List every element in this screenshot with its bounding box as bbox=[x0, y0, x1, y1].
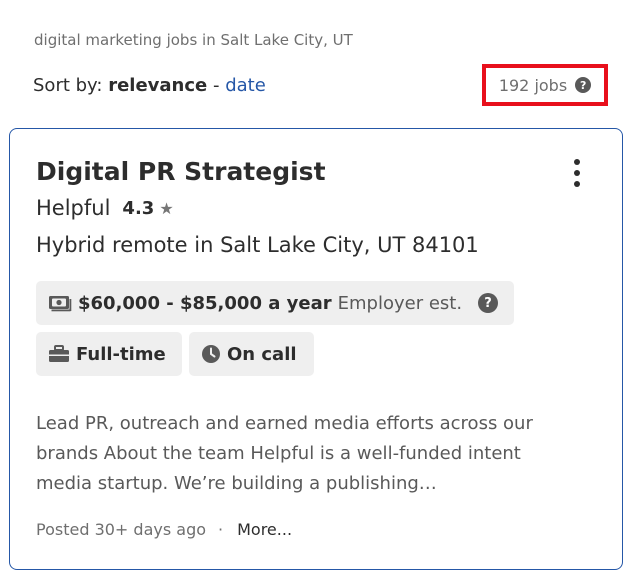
more-link[interactable]: More... bbox=[237, 520, 292, 539]
company-row: Helpful 4.3 ★ bbox=[36, 196, 174, 220]
sort-separator: - bbox=[212, 75, 220, 96]
clock-icon bbox=[201, 344, 221, 364]
sort-controls: Sort by: relevance - date bbox=[33, 75, 266, 96]
company-rating: 4.3 bbox=[122, 197, 155, 219]
job-card[interactable]: Digital PR Strategist Helpful 4.3 ★ Hybr… bbox=[9, 128, 623, 570]
posted-date: Posted 30+ days ago bbox=[36, 520, 207, 539]
question-circle-icon[interactable]: ? bbox=[575, 77, 592, 93]
search-caption: digital marketing jobs in Salt Lake City… bbox=[34, 31, 353, 49]
schedule-chip: On call bbox=[189, 332, 314, 376]
question-circle-icon[interactable]: ? bbox=[478, 293, 499, 313]
job-type-label: Full-time bbox=[76, 343, 166, 365]
briefcase-icon bbox=[48, 345, 70, 363]
separator-dot: · bbox=[218, 520, 224, 539]
sort-relevance[interactable]: relevance bbox=[108, 75, 207, 96]
job-snippet: Lead PR, outreach and earned media effor… bbox=[36, 413, 533, 494]
job-title[interactable]: Digital PR Strategist bbox=[36, 157, 326, 186]
sort-date-link[interactable]: date bbox=[225, 75, 266, 96]
job-count-text: 192 jobs bbox=[498, 75, 568, 95]
job-type-chip: Full-time bbox=[36, 332, 182, 376]
job-footer: Posted 30+ days ago · More... bbox=[36, 520, 292, 539]
sort-label: Sort by: bbox=[33, 75, 103, 96]
salary-amount: $60,000 - $85,000 a year bbox=[78, 292, 332, 314]
company-name[interactable]: Helpful bbox=[36, 196, 110, 220]
salary-note: Employer est. bbox=[337, 292, 463, 314]
salary-chip: $60,000 - $85,000 a year Employer est. ? bbox=[36, 281, 514, 325]
job-location: Hybrid remote in Salt Lake City, UT 8410… bbox=[36, 233, 479, 257]
star-icon: ★ bbox=[159, 198, 174, 218]
schedule-label: On call bbox=[227, 343, 297, 365]
job-count-badge: 192 jobs ? bbox=[482, 64, 608, 106]
money-icon bbox=[48, 294, 72, 312]
kebab-menu-icon[interactable] bbox=[567, 159, 587, 189]
